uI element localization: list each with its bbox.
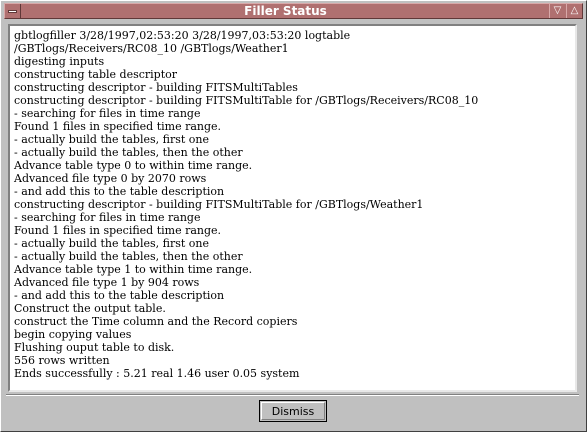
log-line: - searching for files in time range xyxy=(14,211,201,224)
title-bar[interactable]: Filler Status ▽ △ xyxy=(4,3,583,19)
log-line: construct the Time column and the Record… xyxy=(14,315,298,328)
window-menu-icon[interactable] xyxy=(5,4,21,18)
dismiss-button-label: Dismiss xyxy=(271,404,315,418)
log-line: Advance table type 1 to within time rang… xyxy=(14,263,253,276)
log-line: digesting inputs xyxy=(14,55,105,68)
status-log-text-area[interactable]: gbtlogfiller 3/28/1997,02:53:20 3/28/199… xyxy=(8,24,577,392)
window-menu-bar xyxy=(8,9,17,13)
log-line: Found 1 files in specified time range. xyxy=(14,224,222,237)
log-line: constructing descriptor - building FITSM… xyxy=(14,81,298,94)
log-line: begin copying values xyxy=(14,328,132,341)
maximize-icon[interactable]: △ xyxy=(566,4,582,18)
log-line: Advance table type 0 to within time rang… xyxy=(14,159,253,172)
log-line: - actually build the tables, then the ot… xyxy=(14,146,243,159)
log-line: - actually build the tables, first one xyxy=(14,237,210,250)
log-line: - actually build the tables, first one xyxy=(14,133,210,146)
filler-status-window: Filler Status ▽ △ gbtlogfiller 3/28/1997… xyxy=(0,0,587,432)
log-lines: gbtlogfiller 3/28/1997,02:53:20 3/28/199… xyxy=(14,29,478,380)
minimize-icon[interactable]: ▽ xyxy=(549,4,565,18)
log-line: constructing table descriptor xyxy=(14,68,178,81)
window-title: Filler Status xyxy=(244,4,327,18)
dismiss-button[interactable]: Dismiss xyxy=(259,400,327,422)
log-line: 556 rows written xyxy=(14,354,110,367)
log-line: Construct the output table. xyxy=(14,302,166,315)
log-line: - actually build the tables, then the ot… xyxy=(14,250,243,263)
log-line: - searching for files in time range xyxy=(14,107,201,120)
log-line: Flushing ouput table to disk. xyxy=(14,341,175,354)
log-line: /GBTlogs/Receivers/RC08_10 /GBTlogs/Weat… xyxy=(14,42,289,55)
log-line: Advanced file type 0 by 2070 rows xyxy=(14,172,207,185)
log-line: Ends successfully : 5.21 real 1.46 user … xyxy=(14,367,300,380)
log-line: constructing descriptor - building FITSM… xyxy=(14,94,479,107)
footer-divider xyxy=(6,394,579,396)
log-line: gbtlogfiller 3/28/1997,02:53:20 3/28/199… xyxy=(14,29,351,42)
log-line: - and add this to the table description xyxy=(14,289,225,302)
log-line: Advanced file type 1 by 904 rows xyxy=(14,276,200,289)
log-line: constructing descriptor - building FITSM… xyxy=(14,198,424,211)
log-line: Found 1 files in specified time range. xyxy=(14,120,222,133)
log-line: - and add this to the table description xyxy=(14,185,225,198)
